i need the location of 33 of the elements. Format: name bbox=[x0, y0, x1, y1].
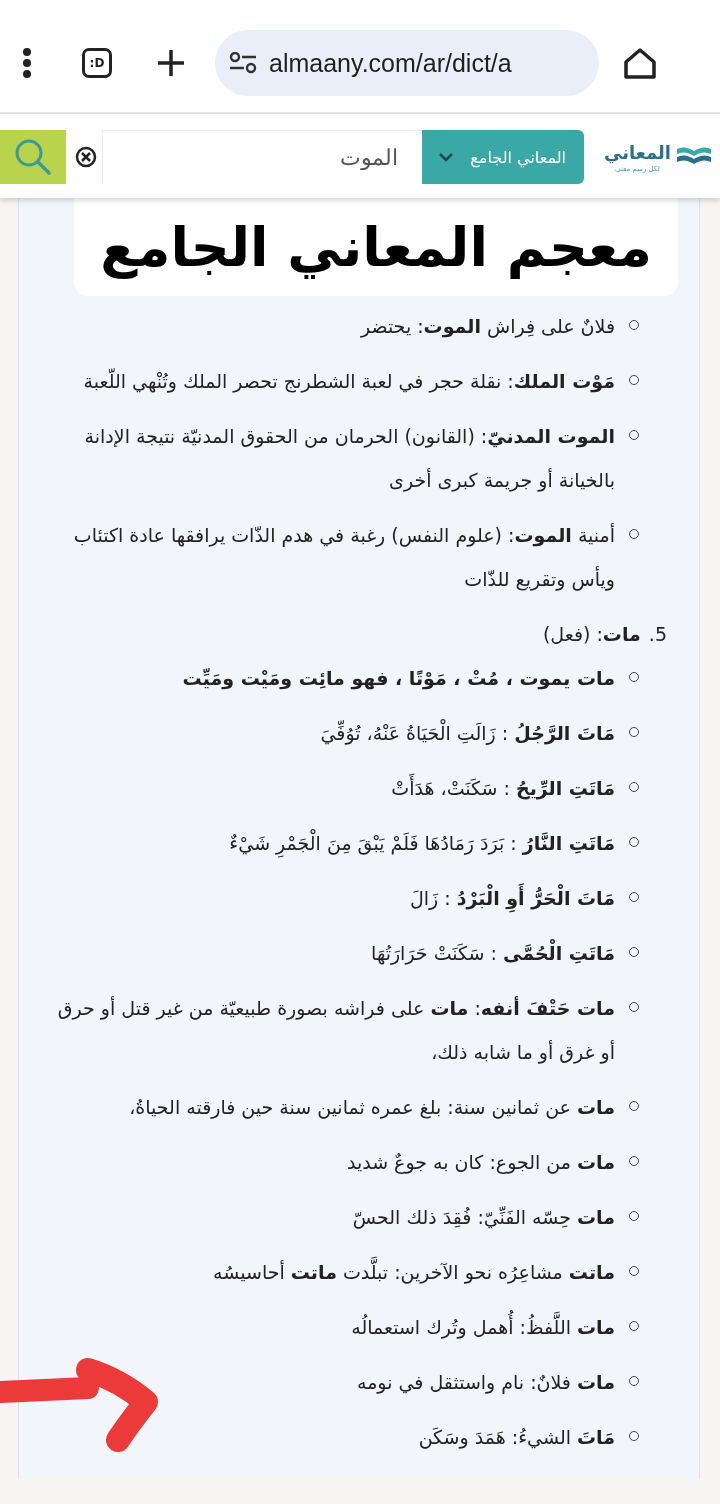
search-field[interactable]: الموت bbox=[102, 130, 422, 184]
definition-text: ماتت مشاعِرُه نحو الآخرين: تبلَّدت ماتت أحاسيسُه bbox=[213, 1250, 615, 1294]
site-settings-icon[interactable] bbox=[229, 52, 257, 74]
definition-text: مَاتَ الْحَرُّ أَوِ الْبَرْدُ : زَالَ bbox=[409, 876, 615, 920]
definition-text: مات عن ثمانين سنة: بلغ عمره ثمانين سنة حين فارقته الحياةُ، bbox=[129, 1095, 615, 1121]
url-text: almaany.com/ar/dict/a bbox=[269, 48, 512, 78]
definition-text: فلانٌ على فِراش الموت: يحتضر bbox=[360, 314, 615, 340]
definition-text: مَوْت الملك: نقلة حجر في لعبة الشطرنج تحصر الملك وتُنْهي اللّعبة bbox=[83, 367, 615, 395]
tab-switcher-button[interactable]: :D bbox=[82, 48, 112, 78]
definition-text: مات يموت ، مُتْ ، مَوْتًا ، فهو مائِت ومَيْت ومَيِّت bbox=[182, 666, 615, 692]
definition-text: مات فلانٌ: نام واستثقل في نومه bbox=[356, 1370, 615, 1396]
chevron-down-icon bbox=[438, 152, 454, 162]
definition-text: مَاتَتِ النَّارُ : بَرَدَ رَمَادُهَا فَلَمْ يَبْقَ مِنَ الْجَمْرِ شَيْءٌ bbox=[229, 821, 615, 865]
new-tab-icon[interactable] bbox=[157, 49, 185, 77]
search-icon bbox=[14, 138, 52, 176]
definition-text: مات حِسّه الفَنِّيّ: فُقِدَ ذلك الحسّ bbox=[352, 1205, 615, 1231]
section-number: 5. bbox=[648, 622, 667, 647]
definition-text: مات حَتْفَ أنفه: مات على فراشه بصورة طبيعيّة من غير قتل أو حرق أو غرق أو ما شابه ذلك، bbox=[56, 995, 615, 1066]
clear-icon[interactable] bbox=[75, 146, 97, 168]
section-heading: مات: (فعل) bbox=[542, 622, 641, 647]
home-icon[interactable] bbox=[623, 47, 657, 79]
definition-text: مَاتَ الشيءُ: هَمَدَ وسَكَن bbox=[418, 1425, 615, 1451]
definition-text: مات اللَّفظُ: أُهمل وتُرك استعمالُه bbox=[351, 1305, 615, 1349]
definition-text: مَاتَتِ الرِّيحُ : سَكَنَتْ، هَدَأَتْ bbox=[391, 766, 615, 810]
address-bar[interactable]: almaany.com/ar/dict/a bbox=[215, 30, 599, 96]
menu-icon[interactable] bbox=[22, 48, 32, 78]
definition-text: مات من الجوع: كان به جوعٌ شديد bbox=[346, 1150, 615, 1176]
definition-text: الموت المدنيّ: (القانون) الحرمان من الحقوق المدنيّة نتيجة الإدانة بالخيانة أو جريمة كبرى أخرى bbox=[83, 424, 615, 494]
definition-text: مَاتَ الرَّجُلُ : زَالَتِ الْحَيَاةُ عَنْهُ، تُوُفِّيَ bbox=[320, 711, 615, 755]
definition-text: أمنية الموت: (علوم النفس) رغبة في هدم الذّات يرافقها عادة اكتئاب ويأس وتقريع للذّات bbox=[72, 522, 615, 593]
banner-title: معجم المعاني الجامع bbox=[74, 198, 678, 296]
definition-text: مَاتَتِ الْحُمَّى : سَكَنَتْ حَرَارَتُهَا bbox=[371, 931, 615, 975]
logo-text: المعاني bbox=[604, 141, 671, 163]
